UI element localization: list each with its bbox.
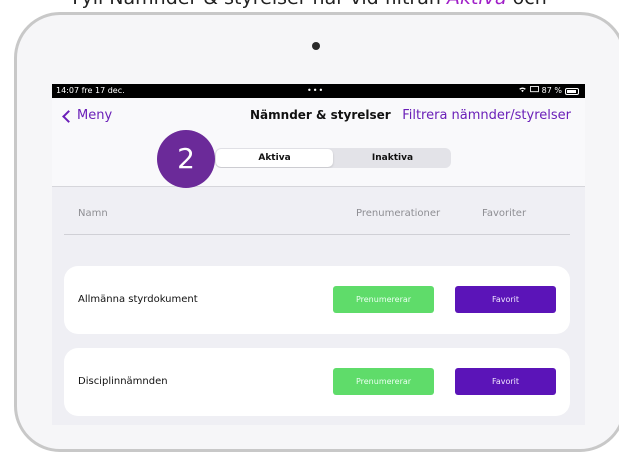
filter-button[interactable]: Filtrera nämnder/styrelser [402, 108, 571, 123]
page-title: Nämnder & styrelser [250, 108, 391, 122]
segment-inaktiva[interactable]: Inaktiva [334, 148, 451, 168]
table-header: Namn Prenumerationer Favoriter [64, 194, 570, 235]
favorite-button[interactable]: Favorit [455, 286, 556, 313]
caption-text-end: och [507, 0, 547, 9]
row-name: Allmänna styrdokument [78, 294, 198, 305]
table-row[interactable]: Disciplinnämnden Prenumererar Favorit [64, 348, 570, 416]
wifi-icon [518, 84, 527, 98]
chevron-left-icon [62, 109, 75, 123]
back-label: Meny [77, 108, 113, 123]
back-button[interactable]: Meny [62, 108, 113, 123]
navigation-bar: Meny Nämnder & styrelser Filtrera nämnde… [52, 98, 585, 188]
caption-highlight: Aktiva [447, 0, 507, 9]
subscribe-button[interactable]: Prenumererar [333, 368, 434, 395]
caption-text: Fyll Nämnder & styrelser när vid filtran [72, 0, 447, 9]
multitasking-dots-icon[interactable]: ••• [307, 84, 324, 98]
column-header-favorites: Favoriter [482, 208, 527, 219]
camera-icon [312, 42, 320, 50]
instruction-caption: Fyll Nämnder & styrelser när vid filtran… [0, 0, 619, 10]
segmented-control: Aktiva Inaktiva [215, 148, 451, 168]
table-row[interactable]: Allmänna styrdokument Prenumererar Favor… [64, 266, 570, 334]
battery-percent: 87 % [541, 86, 562, 95]
screen-mirror-icon [529, 84, 539, 98]
status-right: 87 % [518, 84, 579, 98]
step-badge: 2 [157, 130, 215, 188]
subscribe-button[interactable]: Prenumererar [333, 286, 434, 313]
segment-aktiva[interactable]: Aktiva [216, 149, 333, 167]
row-name: Disciplinnämnden [78, 376, 168, 387]
favorite-button[interactable]: Favorit [455, 368, 556, 395]
status-time: 14:07 fre 17 dec. [56, 86, 125, 95]
column-header-name: Namn [78, 208, 108, 219]
battery-icon [565, 87, 579, 95]
status-bar: 14:07 fre 17 dec. ••• 87 % [52, 84, 585, 98]
column-header-subscriptions: Prenumerationer [356, 208, 441, 219]
app-screen: 14:07 fre 17 dec. ••• 87 % Meny Nämnder … [52, 84, 585, 425]
